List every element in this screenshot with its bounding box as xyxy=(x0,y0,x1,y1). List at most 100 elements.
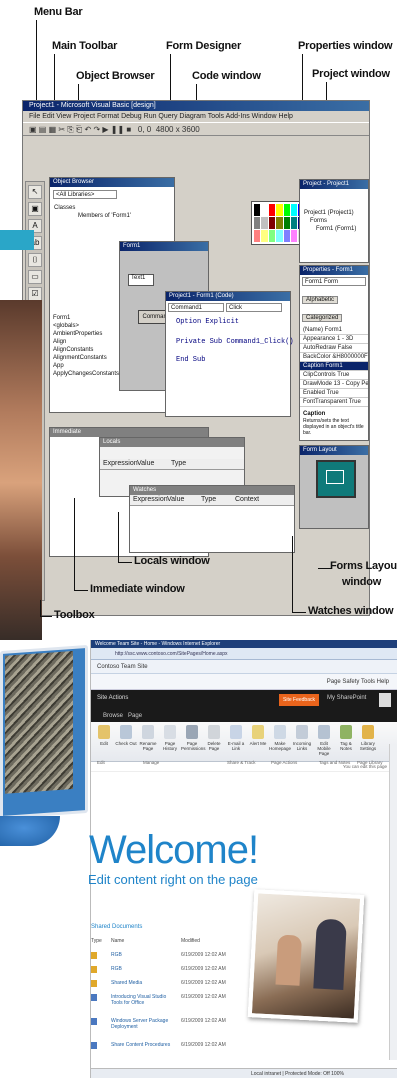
command-bar[interactable]: Page Safety Tools Help xyxy=(91,674,397,690)
list-item[interactable]: AlignmentConstants xyxy=(53,354,111,362)
team-photo xyxy=(247,889,365,1023)
checkbox-tool-icon[interactable]: ☑ xyxy=(28,287,42,301)
docs-col-modified[interactable]: Modified xyxy=(181,938,200,944)
leader-toolbox xyxy=(40,600,41,616)
watches-col[interactable]: Context xyxy=(235,495,269,505)
doc-name[interactable]: Introducing Visual Studio Tools for Offi… xyxy=(111,994,171,1006)
list-item[interactable]: AlignConstants xyxy=(53,346,111,354)
object-browser-list[interactable]: Form1 <globals> AmbientProperties Align … xyxy=(53,314,119,378)
tree-item[interactable]: Forms xyxy=(304,217,368,225)
property-row[interactable]: Enabled True xyxy=(300,389,368,398)
code-line[interactable]: Option Explicit xyxy=(176,318,290,326)
docs-col-type[interactable]: Type xyxy=(91,938,102,944)
tab-browse[interactable]: Browse xyxy=(103,713,123,719)
code-object-combo[interactable]: Command1 xyxy=(168,303,224,312)
ribbon-label: Page Permissions xyxy=(181,741,206,751)
doc-name[interactable]: Share Content Procedures xyxy=(111,1042,171,1048)
site-feedback-button[interactable]: Site Feedback xyxy=(279,694,319,706)
code-proc-combo[interactable]: Click xyxy=(226,303,282,312)
tab-page[interactable]: Page xyxy=(128,713,142,719)
ribbon-button-tags[interactable]: Tag & Notes xyxy=(335,725,357,751)
properties-object-combo[interactable]: Form1 Form xyxy=(302,277,366,286)
locals-col[interactable]: Expression xyxy=(103,459,138,469)
tab-alphabetic[interactable]: Alphabetic xyxy=(302,296,339,304)
property-row[interactable]: (Name) Form1 xyxy=(300,326,368,335)
form-text-label[interactable]: Text1 xyxy=(128,274,154,286)
properties-desc-title: Caption xyxy=(303,411,326,417)
list-item[interactable]: AmbientProperties xyxy=(53,330,111,338)
doc-name[interactable]: Shared Media xyxy=(111,980,171,986)
property-row[interactable]: ClipControls True xyxy=(300,371,368,380)
list-item[interactable]: Windows Server Package Deployment 6/19/20… xyxy=(91,1016,241,1030)
list-item[interactable]: ApplyChangesConstants xyxy=(53,370,119,378)
ribbon-button-library-settings[interactable]: Library Settings xyxy=(357,725,379,751)
watches-col[interactable]: Expression xyxy=(133,495,168,505)
object-browser-combo[interactable]: <All Libraries> xyxy=(53,190,117,199)
pointer-tool-icon[interactable]: ↖ xyxy=(28,185,42,199)
ribbon-button-delete[interactable]: Delete Page xyxy=(203,725,225,751)
site-actions-menu[interactable]: Site Actions xyxy=(97,695,128,701)
property-row-selected[interactable]: Caption Form1 xyxy=(300,362,368,371)
immediate-window-title: Immediate xyxy=(50,428,208,437)
tree-item[interactable]: Form1 (Form1) xyxy=(304,225,368,233)
browser-tab[interactable]: Contoso Team Site xyxy=(91,660,397,674)
tab-categorized[interactable]: Categorized xyxy=(302,314,343,322)
list-item[interactable]: RGB 6/19/2009 12:02 AM xyxy=(91,964,241,978)
vertical-scrollbar[interactable] xyxy=(389,744,397,1060)
locals-col[interactable]: Type xyxy=(171,459,205,469)
frame-tool-icon[interactable]: ⌷ xyxy=(28,253,42,267)
list-item[interactable]: Shared Media 6/19/2009 12:02 AM xyxy=(91,978,241,992)
tree-item[interactable]: Project1 (Project1) xyxy=(304,209,368,217)
property-row[interactable]: FontTransparent True xyxy=(300,398,368,407)
leader-locals xyxy=(118,512,119,562)
ribbon-group: Manage xyxy=(143,760,160,765)
callout-code-window: Code window xyxy=(192,70,261,82)
project-tree[interactable]: Project1 (Project1) Forms Form1 (Form1) xyxy=(304,209,368,233)
list-item[interactable]: Form1 xyxy=(53,314,111,322)
property-row[interactable]: Appearance 1 - 3D xyxy=(300,335,368,344)
ide-main-toolbar[interactable]: ▣ ▤ ▦ ✂ ⎘ ⎗ ↶ ↷ ▶ ❚❚ ■ 0, 0 4800 x 3600 xyxy=(23,122,369,136)
watches-col[interactable]: Type xyxy=(201,495,235,505)
ribbon-label: Edit Mobile Page xyxy=(317,741,331,756)
object-browser-members-label: Members of 'Form1' xyxy=(78,213,131,219)
ribbon-button-edit[interactable]: Edit xyxy=(93,725,115,746)
code-line[interactable]: Private Sub Command1_Click() xyxy=(176,338,294,346)
list-item[interactable]: RGB 6/19/2009 12:02 AM xyxy=(91,950,241,964)
property-row[interactable]: DrawMode 13 - Copy Pen xyxy=(300,380,368,389)
property-row[interactable]: AutoRedraw False xyxy=(300,344,368,353)
user-menu[interactable]: My SharePoint xyxy=(327,695,366,701)
property-row[interactable]: BackColor &H8000000F xyxy=(300,353,368,362)
ribbon-button-incoming[interactable]: Incoming Links xyxy=(291,725,313,751)
shared-documents-title[interactable]: Shared Documents xyxy=(91,924,142,930)
toolbar-icons[interactable]: ▣ ▤ ▦ ✂ ⎘ ⎗ ↶ ↷ ▶ ❚❚ ■ xyxy=(29,125,136,134)
ribbon-button-mobile[interactable]: Edit Mobile Page xyxy=(313,725,335,756)
list-item[interactable]: <globals> xyxy=(53,322,111,330)
picturebox-tool-icon[interactable]: ▣ xyxy=(28,202,42,216)
form-layout-monitor[interactable] xyxy=(316,460,356,498)
ribbon-button-check-out[interactable]: Check Out xyxy=(115,725,137,746)
folder-icon xyxy=(91,966,97,973)
code-line[interactable]: End Sub xyxy=(176,356,290,364)
list-item[interactable]: Align xyxy=(53,338,111,346)
ie-browser-window: Welcome Team Site - Home - Windows Inter… xyxy=(88,640,397,1078)
ribbon-button-homepage[interactable]: Make Homepage xyxy=(269,725,291,751)
user-avatar[interactable] xyxy=(379,693,391,707)
docs-col-name[interactable]: Name xyxy=(111,938,124,944)
watches-col[interactable]: Value xyxy=(167,495,201,505)
list-item[interactable]: Introducing Visual Studio Tools for Offi… xyxy=(91,992,241,1006)
doc-name[interactable]: Windows Server Package Deployment xyxy=(111,1018,171,1030)
locals-col[interactable]: Value xyxy=(137,459,171,469)
list-item[interactable]: App xyxy=(53,362,111,370)
doc-name[interactable]: RGB xyxy=(111,952,171,958)
address-bar[interactable]: http://ssc.www.contoso.com/SitePages/Hom… xyxy=(91,648,397,660)
list-item[interactable]: Share Content Procedures 6/19/2009 12:02 … xyxy=(91,1040,241,1054)
ribbon-button-email[interactable]: E-mail a Link xyxy=(225,725,247,751)
ribbon-button-history[interactable]: Page History xyxy=(159,725,181,751)
server-rack-image xyxy=(5,650,73,794)
ide-menu-bar[interactable]: File Edit View Project Format Debug Run … xyxy=(23,111,369,122)
ribbon-button-permissions[interactable]: Page Permissions xyxy=(181,725,206,751)
ribbon-button-rename[interactable]: Rename Page xyxy=(137,725,159,751)
doc-name[interactable]: RGB xyxy=(111,966,171,972)
ribbon-button-alert[interactable]: Alert Me xyxy=(247,725,269,746)
commandbutton-tool-icon[interactable]: ▭ xyxy=(28,270,42,284)
